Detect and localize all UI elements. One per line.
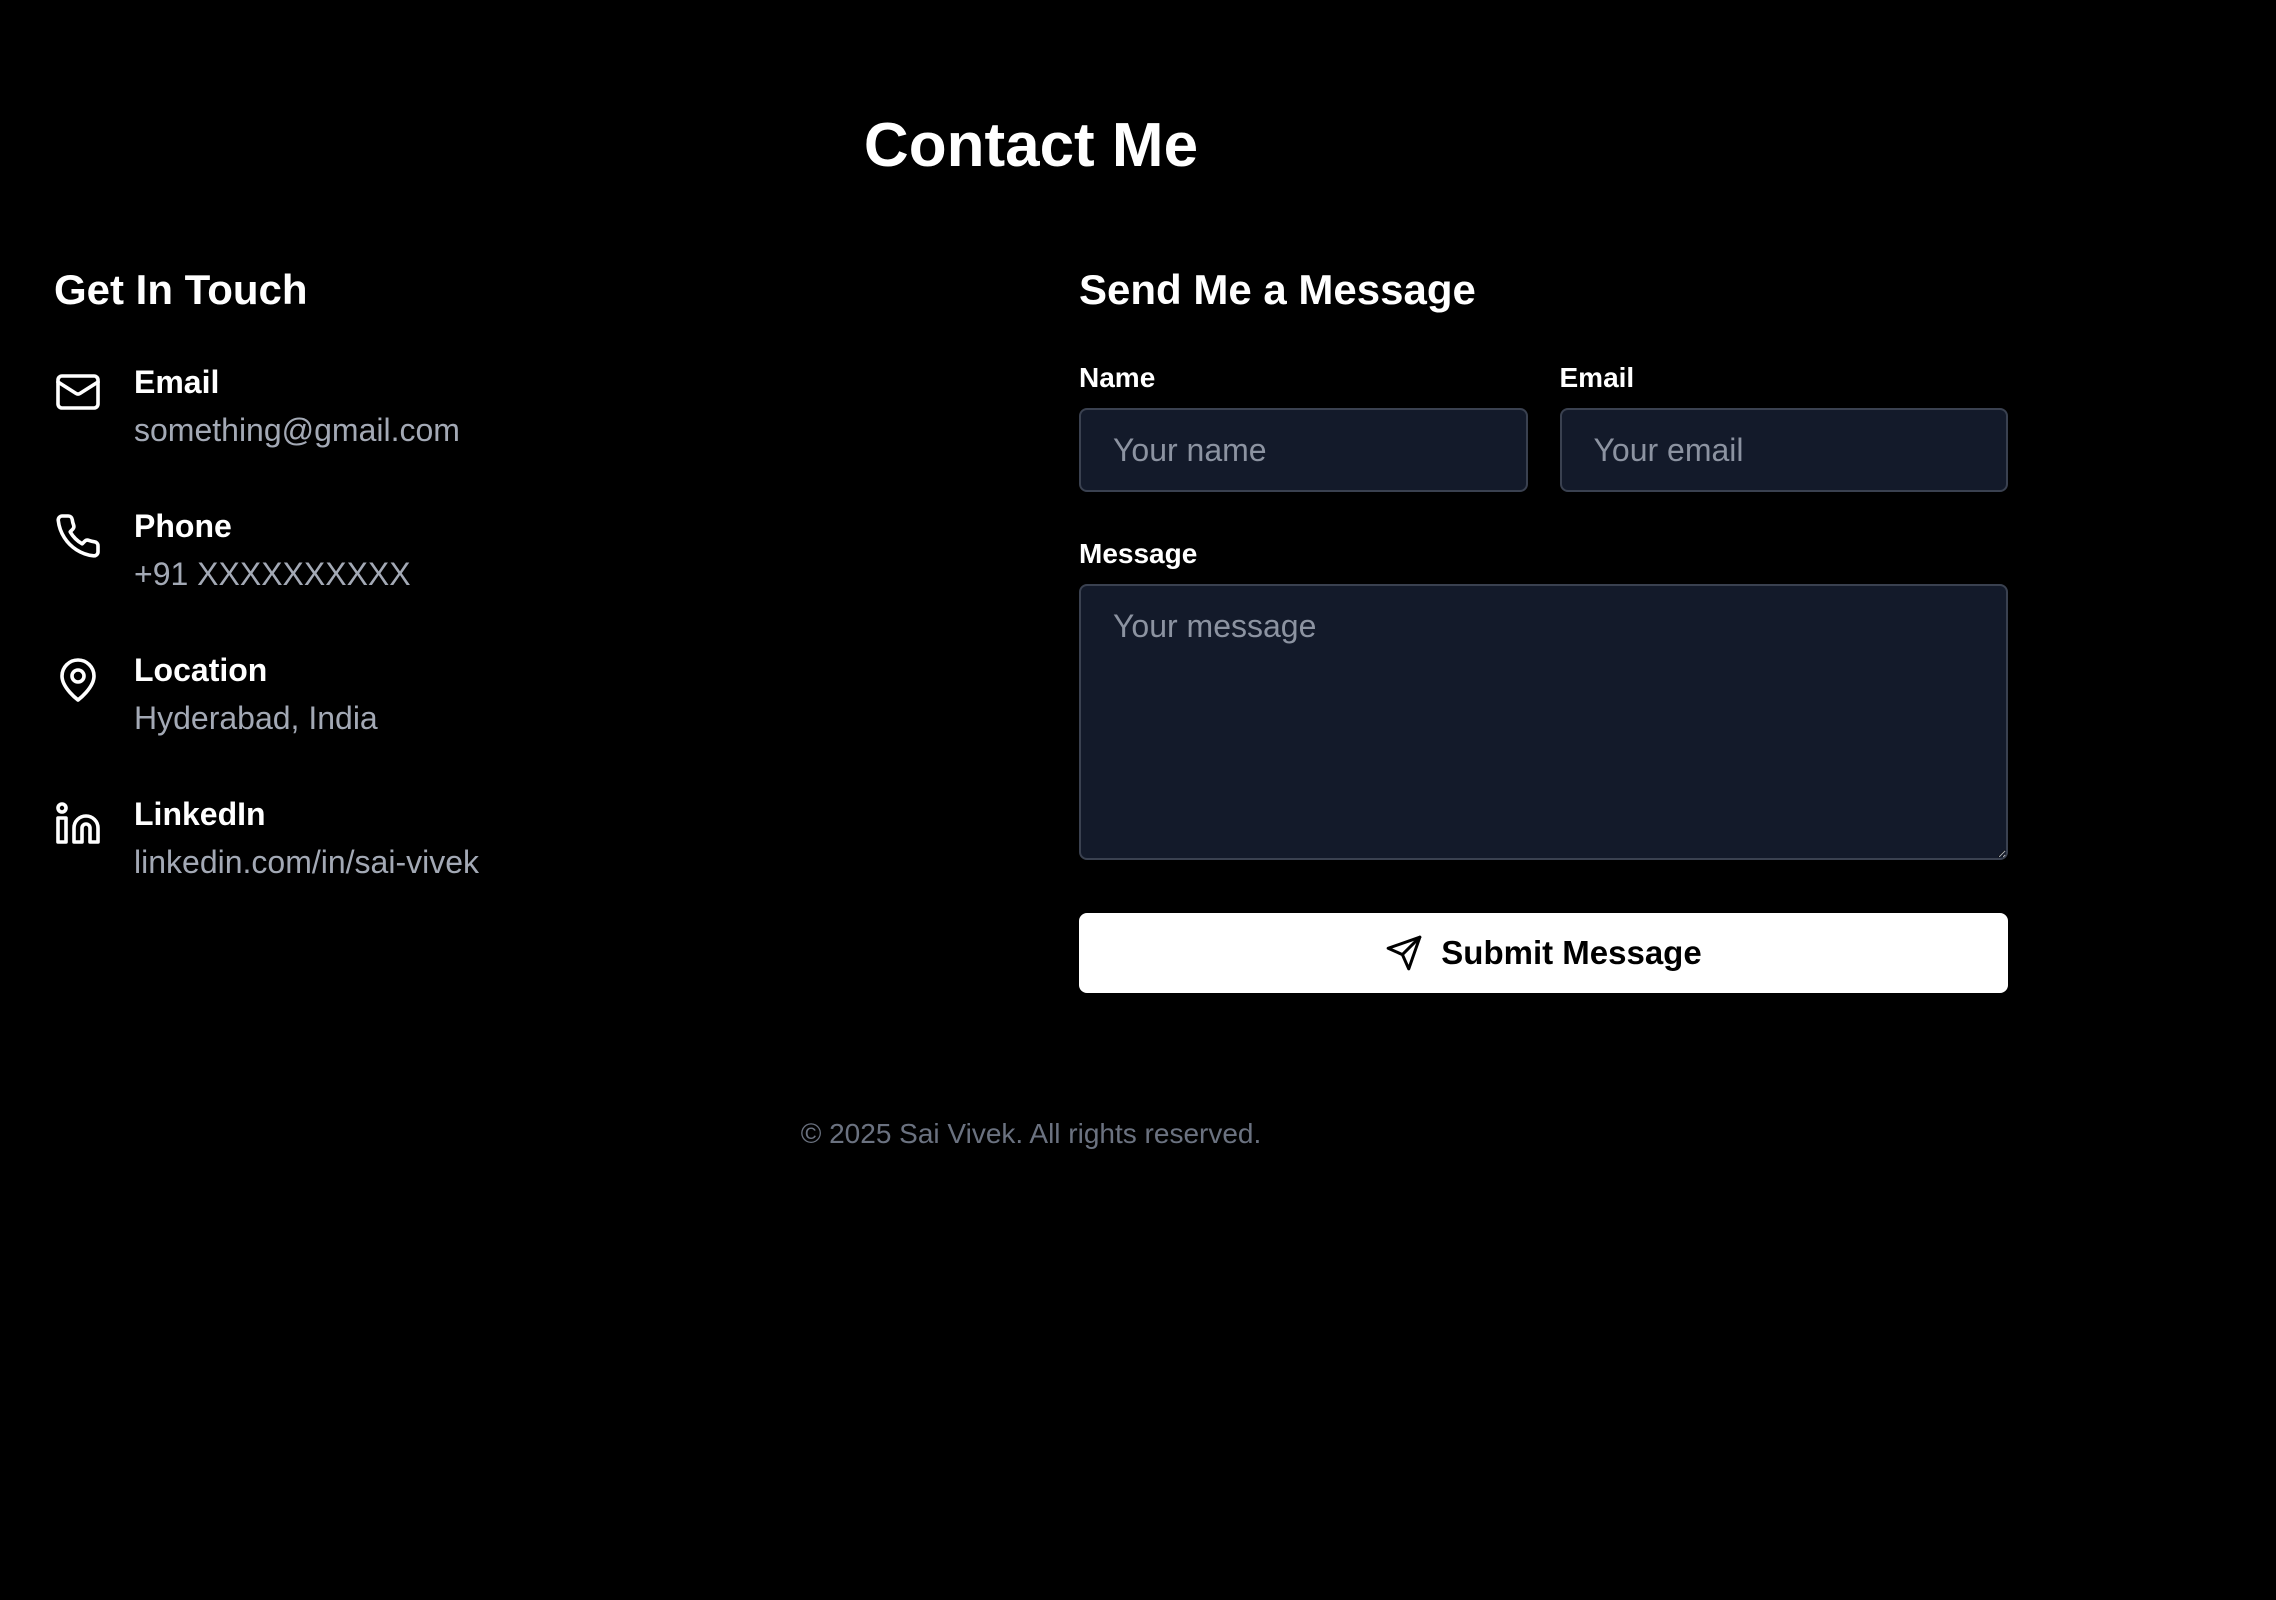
name-label: Name (1079, 362, 1156, 393)
email-input[interactable] (1559, 408, 2008, 492)
contact-value: something@gmail.com (134, 412, 460, 448)
contact-value: +91 XXXXXXXXXX (134, 556, 411, 592)
get-in-touch-heading: Get In Touch (54, 266, 308, 313)
get-in-touch-section: Get In Touch Email something@gmail.com P… (54, 262, 954, 936)
send-icon (1386, 935, 1422, 971)
message-label: Message (1079, 538, 1198, 569)
submit-message-button[interactable]: Submit Message (1079, 913, 2008, 993)
linkedin-icon (54, 800, 102, 848)
map-pin-icon (54, 656, 102, 704)
contact-page: Contact Me Get In Touch Email something@… (0, 0, 2276, 1600)
contact-list: Email something@gmail.com Phone +91 XXXX… (54, 360, 954, 936)
email-label: Email (1559, 362, 1635, 393)
send-message-heading: Send Me a Message (1079, 266, 1476, 313)
contact-label: Email (134, 364, 220, 400)
mail-icon (54, 368, 102, 416)
submit-button-label: Submit Message (1441, 934, 1702, 971)
name-email-row: Name Email (1079, 360, 2008, 492)
name-field-group: Name (1079, 360, 1528, 492)
phone-icon (54, 512, 102, 560)
footer-copyright: © 2025 Sai Vivek. All rights reserved. (800, 1118, 1262, 1149)
contact-value: Hyderabad, India (134, 700, 378, 736)
email-field-group: Email (1559, 360, 2008, 492)
contact-item-location: Location Hyderabad, India (54, 648, 954, 792)
message-field-group: Message (1079, 536, 2008, 865)
contact-value: linkedin.com/in/sai-vivek (134, 844, 480, 880)
page-title: Contact Me (863, 111, 1199, 180)
contact-item-email: Email something@gmail.com (54, 360, 954, 504)
message-form-section: Send Me a Message Name Email Message Sub… (1079, 262, 2008, 993)
contact-item-linkedin: LinkedIn linkedin.com/in/sai-vivek (54, 792, 954, 936)
contact-item-phone: Phone +91 XXXXXXXXXX (54, 504, 954, 648)
contact-label: LinkedIn (134, 796, 266, 832)
message-textarea[interactable] (1079, 584, 2008, 860)
name-input[interactable] (1079, 408, 1528, 492)
contact-label: Phone (134, 508, 232, 544)
contact-label: Location (134, 652, 268, 688)
